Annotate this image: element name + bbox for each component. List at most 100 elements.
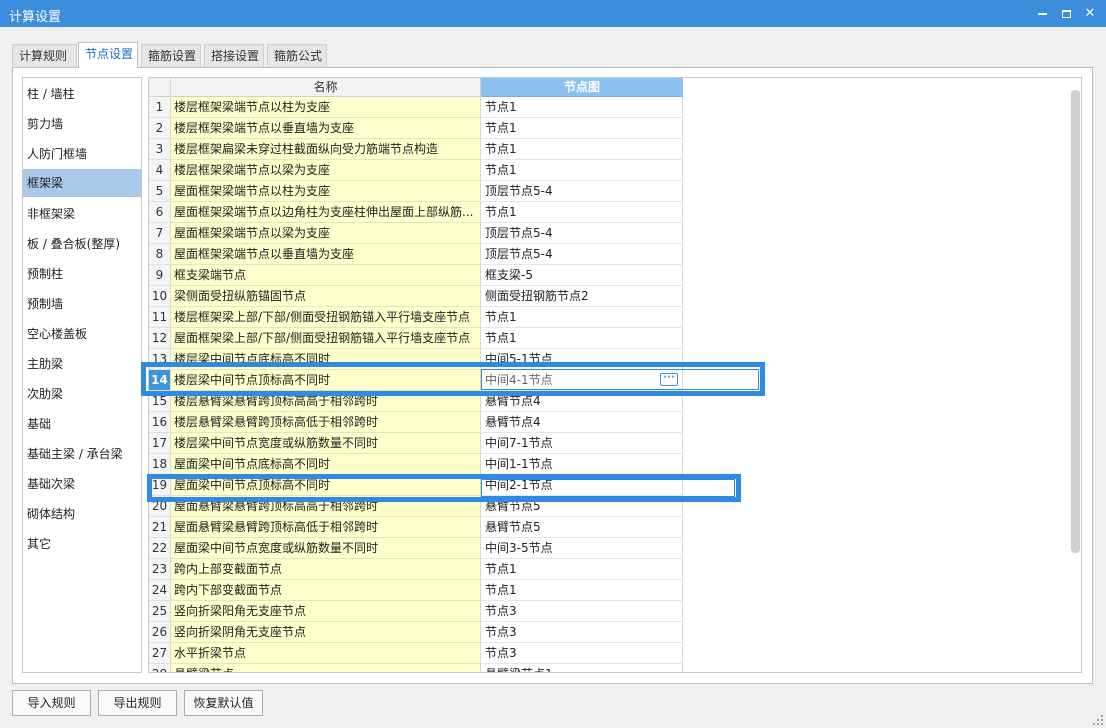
row-node-cell[interactable]: 节点1 [481,580,683,601]
sidebar-item-non-frame-beam[interactable]: 非框架梁 [23,200,141,228]
table-row[interactable]: 22 屋面梁中间节点宽度或纵筋数量不同时 中间3-5节点 [149,538,683,559]
sidebar-item-secondary-rib-beam[interactable]: 次肋梁 [23,380,141,408]
export-rules-button[interactable]: 导出规则 [98,690,177,716]
row-node-cell[interactable]: 节点1 [481,328,683,349]
table-row[interactable]: 11 楼层框架梁上部/下部/侧面受扭钢筋锚入平行墙支座节点 节点1 [149,307,683,328]
row-number: 7 [149,223,171,244]
row-node-cell[interactable]: 中间3-5节点 [481,538,683,559]
table-row[interactable]: 12 屋面框架梁上部/下部/侧面受扭钢筋锚入平行墙支座节点 节点1 [149,328,683,349]
restore-defaults-button[interactable]: 恢复默认值 [184,690,263,716]
sidebar-item-column[interactable]: 柱 / 墙柱 [23,80,141,108]
table-row[interactable]: 17 楼层梁中间节点宽度或纵筋数量不同时 中间7-1节点 [149,433,683,454]
sidebar-item-frame-beam[interactable]: 框架梁 [23,169,141,197]
row-node-cell[interactable]: 节点1 [481,202,683,223]
row-node-cell[interactable]: 框支梁-5 [481,265,683,286]
row-node-cell[interactable]: 节点3 [481,643,683,664]
table-row[interactable]: 26 竖向折梁阴角无支座节点 节点3 [149,622,683,643]
row-number: 26 [149,622,171,643]
table-row[interactable]: 7 屋面框架梁端节点以梁为支座 顶层节点5-4 [149,223,683,244]
row-number: 1 [149,97,171,118]
row-number: 4 [149,160,171,181]
table-row[interactable]: 3 楼层框架扁梁未穿过柱截面纵向受力筋端节点构造 节点1 [149,139,683,160]
row-node-cell[interactable]: 侧面受扭钢筋节点2 [481,286,683,307]
sidebar-item-precast-wall[interactable]: 预制墙 [23,290,141,318]
close-button[interactable]: ✕ [1076,0,1104,27]
sidebar-item-slab[interactable]: 板 / 叠合板(整厚) [23,230,141,258]
table-row[interactable]: 8 屋面框架梁端节点以垂直墙为支座 顶层节点5-4 [149,244,683,265]
tab-node-settings[interactable]: 节点设置 [78,42,138,68]
row-name-cell: 屋面梁中间节点宽度或纵筋数量不同时 [171,538,481,559]
sidebar-item-foundation-main-beam[interactable]: 基础主梁 / 承台梁 [23,440,141,468]
table-row[interactable]: 9 框支梁端节点 框支梁-5 [149,265,683,286]
row-node-cell[interactable]: 悬臂节点5 [481,517,683,538]
maximize-icon [1061,9,1071,18]
row-name-cell: 楼层框架梁端节点以梁为支座 [171,160,481,181]
resize-grip-icon[interactable] [1093,715,1103,725]
sidebar-item-shear-wall[interactable]: 剪力墙 [23,110,141,138]
table-row[interactable]: 16 楼层悬臂梁悬臂跨顶标高低于相邻跨时 悬臂节点4 [149,412,683,433]
table-row[interactable]: 1 楼层框架梁端节点以柱为支座 节点1 [149,97,683,118]
row-name-cell: 屋面框架梁端节点以边角柱为支座柱伸出屋面上部纵筋... [171,202,481,223]
row-node-cell[interactable]: 节点1 [481,559,683,580]
row-name-cell: 屋面梁中间节点底标高不同时 [171,454,481,475]
row-name-cell: 悬臂梁节点 [171,664,481,672]
row-node-cell[interactable]: 节点1 [481,307,683,328]
row-node-cell[interactable]: 节点1 [481,160,683,181]
sidebar-item-other[interactable]: 其它 [23,530,141,558]
table-row[interactable]: 10 梁侧面受扭纵筋锚固节点 侧面受扭钢筋节点2 [149,286,683,307]
tab-stirrup-settings[interactable]: 箍筋设置 [141,44,201,68]
table-row[interactable]: 6 屋面框架梁端节点以边角柱为支座柱伸出屋面上部纵筋... 节点1 [149,202,683,223]
sidebar-item-foundation-secondary-beam[interactable]: 基础次梁 [23,470,141,498]
active-cell-editor-frame [481,369,759,390]
row-node-cell[interactable]: 节点1 [481,97,683,118]
row-19-editor-frame [481,479,735,497]
grid-header-node-diagram[interactable]: 节点图 [481,78,683,97]
sidebar-item-precast-column[interactable]: 预制柱 [23,260,141,288]
row-node-cell[interactable]: 悬臂节点4 [481,412,683,433]
row-node-cell[interactable]: 顶层节点5-4 [481,223,683,244]
table-row[interactable]: 5 屋面框架梁端节点以柱为支座 顶层节点5-4 [149,181,683,202]
import-rules-button[interactable]: 导入规则 [12,690,91,716]
table-row[interactable]: 28悬臂梁节点悬臂梁节点1 [149,664,683,672]
row-number: 16 [149,412,171,433]
row-node-cell[interactable]: 顶层节点5-4 [481,181,683,202]
row-number: 5 [149,181,171,202]
row-number: 18 [149,454,171,475]
row-number: 3 [149,139,171,160]
grid-header-name[interactable]: 名称 [171,78,481,97]
row-number: 23 [149,559,171,580]
table-row[interactable]: 27 水平折梁节点 节点3 [149,643,683,664]
table-row[interactable]: 18 屋面梁中间节点底标高不同时 中间1-1节点 [149,454,683,475]
tab-calc-rules[interactable]: 计算规则 [12,44,77,68]
sidebar-item-masonry[interactable]: 砌体结构 [23,500,141,528]
row-number: 11 [149,307,171,328]
grid-vertical-scrollbar[interactable] [1071,90,1080,553]
row-node-cell[interactable]: 节点1 [481,139,683,160]
table-row[interactable]: 2 楼层框架梁端节点以垂直墙为支座 节点1 [149,118,683,139]
sidebar-item-main-rib-beam[interactable]: 主肋梁 [23,350,141,378]
row-node-cell[interactable]: 中间7-1节点 [481,433,683,454]
row-name-cell: 楼层框架扁梁未穿过柱截面纵向受力筋端节点构造 [171,139,481,160]
row-name-cell: 楼层框架梁上部/下部/侧面受扭钢筋锚入平行墙支座节点 [171,307,481,328]
row-node-cell[interactable]: 中间1-1节点 [481,454,683,475]
sidebar-item-hollow-floor-slab[interactable]: 空心楼盖板 [23,320,141,348]
table-row[interactable]: 24 跨内下部变截面节点 节点1 [149,580,683,601]
row-node-cell[interactable]: 节点3 [481,601,683,622]
sidebar-item-civil-defense-door-wall[interactable]: 人防门框墙 [23,140,141,168]
row-node-cell[interactable]: 节点3 [481,622,683,643]
row-number: 6 [149,202,171,223]
sidebar-item-foundation[interactable]: 基础 [23,410,141,438]
row-number: 17 [149,433,171,454]
row-node-cell[interactable]: 顶层节点5-4 [481,244,683,265]
tab-stirrup-formula[interactable]: 箍筋公式 [267,44,327,68]
row-node-cell[interactable]: 悬臂梁节点1 [481,664,683,672]
table-row[interactable]: 4 楼层框架梁端节点以梁为支座 节点1 [149,160,683,181]
table-row[interactable]: 23 跨内上部变截面节点 节点1 [149,559,683,580]
row-node-cell[interactable]: 节点1 [481,118,683,139]
row-name-cell: 屋面框架梁端节点以柱为支座 [171,181,481,202]
table-row[interactable]: 21 屋面悬臂梁悬臂跨顶标高低于相邻跨时 悬臂节点5 [149,517,683,538]
tab-lap-settings[interactable]: 搭接设置 [204,44,264,68]
table-row[interactable]: 25 竖向折梁阳角无支座节点 节点3 [149,601,683,622]
row-number: 25 [149,601,171,622]
row-name-cell: 竖向折梁阳角无支座节点 [171,601,481,622]
